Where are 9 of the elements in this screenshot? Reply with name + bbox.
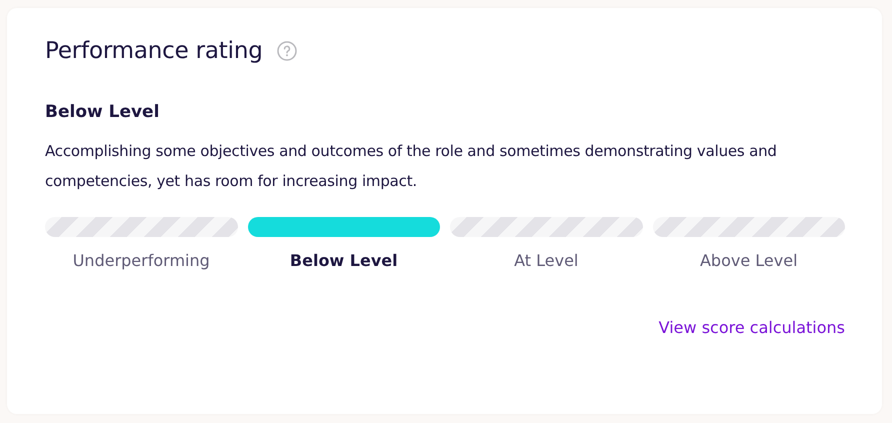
rating-title: Below Level [45, 102, 160, 122]
rating-label: Underperforming [72, 251, 211, 270]
help-icon[interactable] [276, 41, 297, 61]
section-title: Performance rating [45, 38, 263, 64]
rating-label: Above Level [698, 251, 799, 270]
rating-description: Accomplishing some objectives and outcomes of the role and sometimes demonstrating values and competencies, yet has room for increasing impact. [45, 141, 778, 192]
rating-label: Below Level [288, 251, 399, 270]
score-calculations-link[interactable]: View score calculations [658, 318, 845, 337]
rating-label: At Level [513, 251, 580, 270]
